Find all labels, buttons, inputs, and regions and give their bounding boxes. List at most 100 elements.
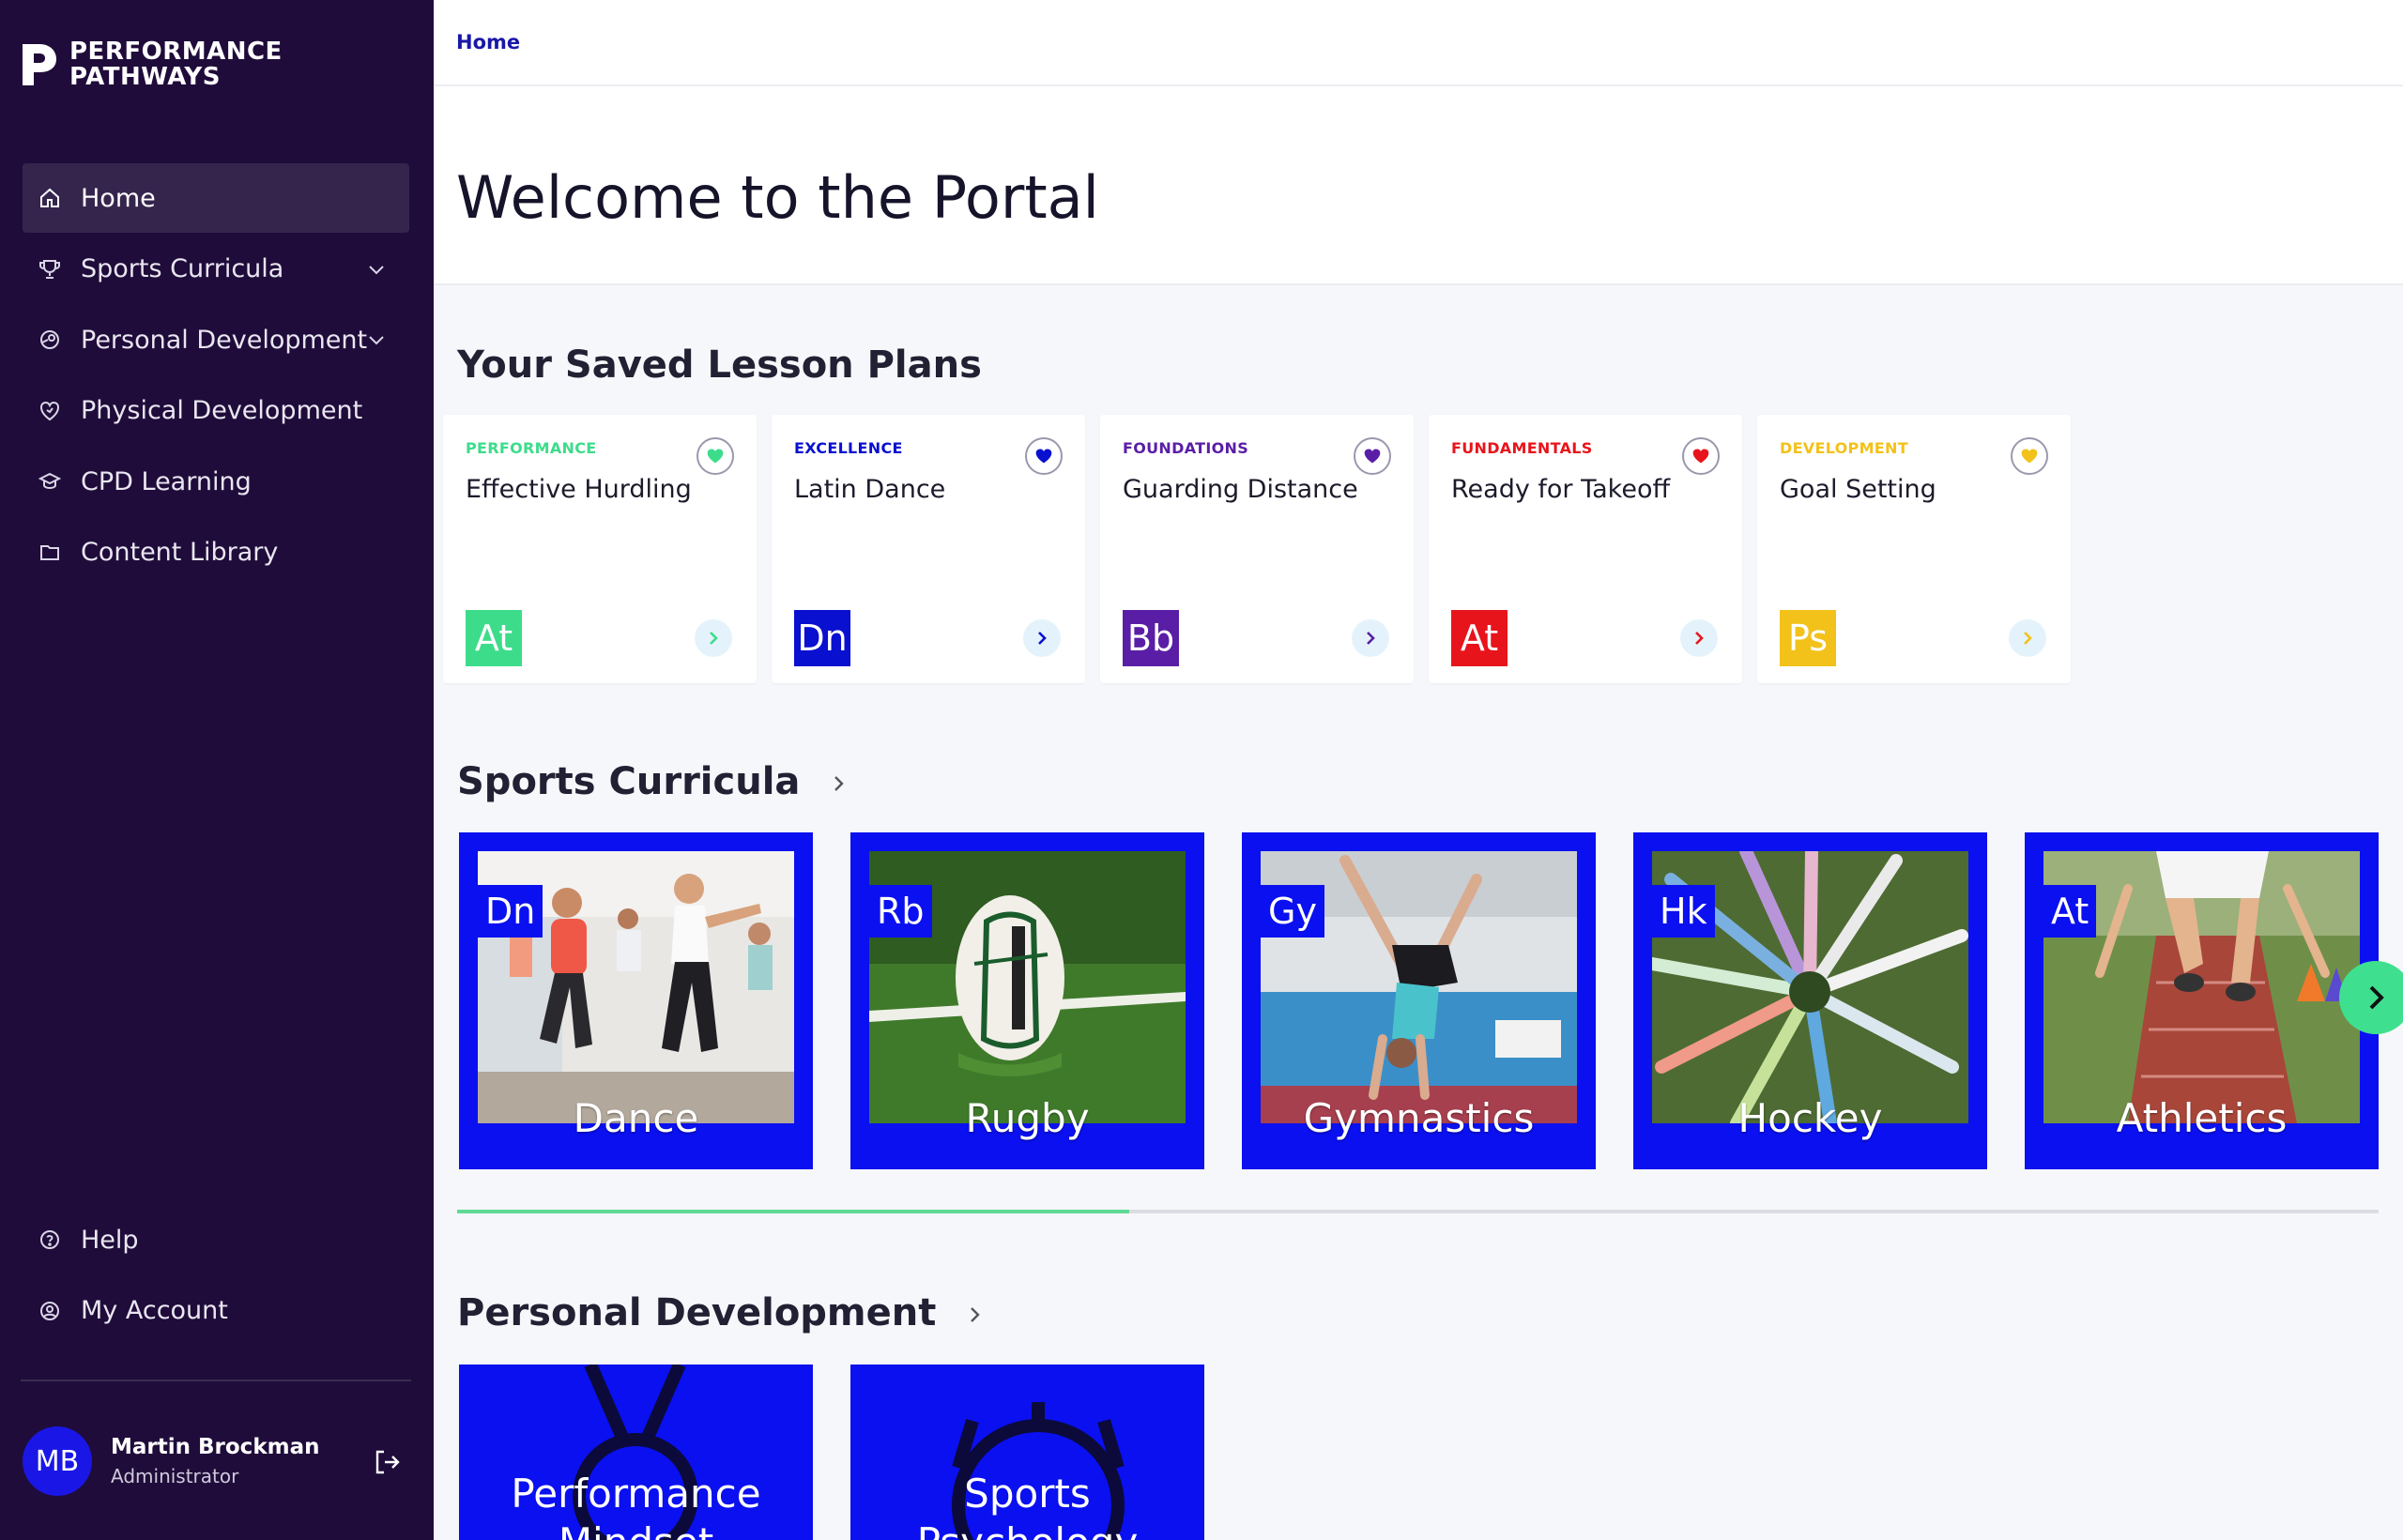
- open-lesson-button[interactable]: [1680, 619, 1718, 657]
- nav-label: Help: [81, 1225, 139, 1255]
- lesson-title: Goal Setting: [1780, 475, 1936, 504]
- lesson-category: FOUNDATIONS: [1123, 439, 1249, 457]
- main-nav: Home Sports Curricula Personal Developme…: [23, 163, 409, 588]
- favorite-heart-icon[interactable]: [1682, 437, 1720, 475]
- lesson-card[interactable]: FOUNDATIONS Guarding Distance Bb: [1100, 415, 1414, 683]
- open-lesson-button[interactable]: [1352, 619, 1389, 657]
- breadcrumb[interactable]: Home: [456, 31, 520, 53]
- logout-icon[interactable]: [372, 1447, 402, 1477]
- lesson-card[interactable]: PERFORMANCE Effective Hurdling At: [443, 415, 757, 683]
- lesson-card[interactable]: FUNDAMENTALS Ready for Takeoff At: [1429, 415, 1742, 683]
- nav-item-content-library[interactable]: Content Library: [23, 518, 409, 587]
- pd-tile-label: Sports Psychology: [917, 1471, 1139, 1540]
- home-icon: [36, 184, 64, 212]
- open-lesson-button[interactable]: [1023, 619, 1061, 657]
- nav-item-help[interactable]: Help: [23, 1205, 409, 1274]
- nav-label: Sports Curricula: [81, 254, 284, 283]
- heart-shape: [1364, 449, 1381, 464]
- person-icon: [36, 326, 64, 354]
- logo-mark-icon: [23, 44, 56, 85]
- pd-tile-performance-mindset[interactable]: Performance Mindset: [459, 1365, 813, 1540]
- hero: Welcome to the Portal: [434, 86, 2403, 285]
- sidebar: PERFORMANCE PATHWAYS Home Sports Curricu…: [0, 0, 434, 1540]
- heart-shape: [1035, 449, 1052, 464]
- favorite-heart-icon[interactable]: [1354, 437, 1391, 475]
- chevron-right-icon: [1038, 632, 1047, 645]
- nav-item-home[interactable]: Home: [23, 163, 409, 233]
- personal-development-title: Personal Development: [457, 1291, 937, 1334]
- tile-badge: At: [2043, 885, 2097, 938]
- pd-tile-label: Performance Mindset: [511, 1471, 761, 1540]
- brand-name: PERFORMANCE PATHWAYS: [69, 39, 283, 90]
- chevron-down-icon[interactable]: [364, 328, 389, 352]
- chevron-down-icon[interactable]: [364, 257, 389, 282]
- curriculum-tile-hockey[interactable]: Hk Hockey: [1633, 832, 1987, 1169]
- tile-badge: Hk: [1652, 885, 1715, 938]
- nav-item-cpd-learning[interactable]: CPD Learning: [23, 447, 409, 516]
- carousel-scrollbar[interactable]: [457, 1210, 2379, 1213]
- lesson-badge: Bb: [1123, 610, 1179, 666]
- lesson-category: DEVELOPMENT: [1780, 439, 1908, 457]
- folder-icon: [36, 539, 64, 567]
- page-title: Welcome to the Portal: [456, 163, 1099, 232]
- user-info: Martin Brockman Administrator: [111, 1435, 319, 1487]
- personal-development-carousel: Performance Mindset Sports Psychology: [459, 1365, 1204, 1540]
- topbar: Home: [434, 0, 2403, 86]
- account-icon: [36, 1297, 64, 1325]
- lesson-category: PERFORMANCE: [466, 439, 597, 457]
- lesson-title: Latin Dance: [794, 475, 946, 504]
- nav-item-physical-development[interactable]: Physical Development: [23, 376, 409, 446]
- open-lesson-button[interactable]: [695, 619, 732, 657]
- brand-logo[interactable]: PERFORMANCE PATHWAYS: [21, 39, 283, 90]
- lesson-badge: Ps: [1780, 610, 1836, 666]
- lesson-card[interactable]: DEVELOPMENT Goal Setting Ps: [1757, 415, 2071, 683]
- lesson-badge: At: [466, 610, 522, 666]
- chevron-right-icon: [834, 776, 845, 791]
- nav-item-sports-curricula[interactable]: Sports Curricula: [23, 235, 409, 304]
- curriculum-tile-rugby[interactable]: Rb Rugby: [850, 832, 1204, 1169]
- heart-shield-icon: [36, 397, 64, 425]
- carousel-next-button[interactable]: [2339, 961, 2403, 1034]
- pd-tile-sports-psychology[interactable]: Sports Psychology: [850, 1365, 1204, 1540]
- brand-line-1: PERFORMANCE: [69, 38, 283, 66]
- curriculum-tile-dance[interactable]: Dn Dance: [459, 832, 813, 1169]
- lesson-card[interactable]: EXCELLENCE Latin Dance Dn: [772, 415, 1085, 683]
- favorite-heart-icon[interactable]: [2011, 437, 2048, 475]
- sports-curricula-heading[interactable]: Sports Curricula: [457, 760, 849, 803]
- nav-item-my-account[interactable]: My Account: [23, 1276, 409, 1346]
- brand-line-2: PATHWAYS: [69, 63, 221, 91]
- sports-curricula-carousel: Dn Dance Rb Rugby Gy Gymnastics Hk Hocke…: [459, 832, 2379, 1169]
- favorite-heart-icon[interactable]: [696, 437, 734, 475]
- nav-label: Content Library: [81, 538, 279, 567]
- carousel-scroll-thumb[interactable]: [457, 1210, 1130, 1213]
- trophy-icon: [36, 255, 64, 283]
- tile-badge: Rb: [869, 885, 932, 938]
- nav-label: Physical Development: [81, 396, 363, 425]
- sidebar-bottom-nav: Help My Account: [23, 1205, 409, 1347]
- sidebar-divider: [21, 1380, 411, 1381]
- nav-label: CPD Learning: [81, 466, 252, 496]
- open-lesson-button[interactable]: [2009, 619, 2046, 657]
- lesson-title: Ready for Takeoff: [1451, 475, 1671, 504]
- nav-label: Personal Development: [81, 325, 368, 355]
- tile-label: Hockey: [1737, 1095, 1883, 1141]
- tile-label: Dance: [573, 1095, 699, 1141]
- chevron-right-icon: [2369, 985, 2384, 1010]
- curriculum-tile-gymnastics[interactable]: Gy Gymnastics: [1242, 832, 1596, 1169]
- lesson-category: FUNDAMENTALS: [1451, 439, 1593, 457]
- sports-curricula-title: Sports Curricula: [457, 760, 801, 803]
- nav-label: My Account: [81, 1296, 228, 1325]
- chevron-right-icon: [710, 632, 718, 645]
- user-profile[interactable]: MB Martin Brockman Administrator: [23, 1426, 319, 1496]
- user-role: Administrator: [111, 1465, 239, 1487]
- nav-label: Home: [81, 183, 156, 213]
- favorite-heart-icon[interactable]: [1025, 437, 1063, 475]
- curriculum-tile-athletics[interactable]: At Athletics: [2025, 832, 2379, 1169]
- heart-shape: [707, 449, 724, 464]
- lesson-title: Guarding Distance: [1123, 475, 1358, 504]
- chevron-right-icon: [1695, 632, 1704, 645]
- nav-item-personal-development[interactable]: Personal Development: [23, 305, 409, 374]
- heart-shape: [2021, 449, 2038, 464]
- personal-development-heading[interactable]: Personal Development: [457, 1291, 985, 1334]
- help-icon: [36, 1226, 64, 1254]
